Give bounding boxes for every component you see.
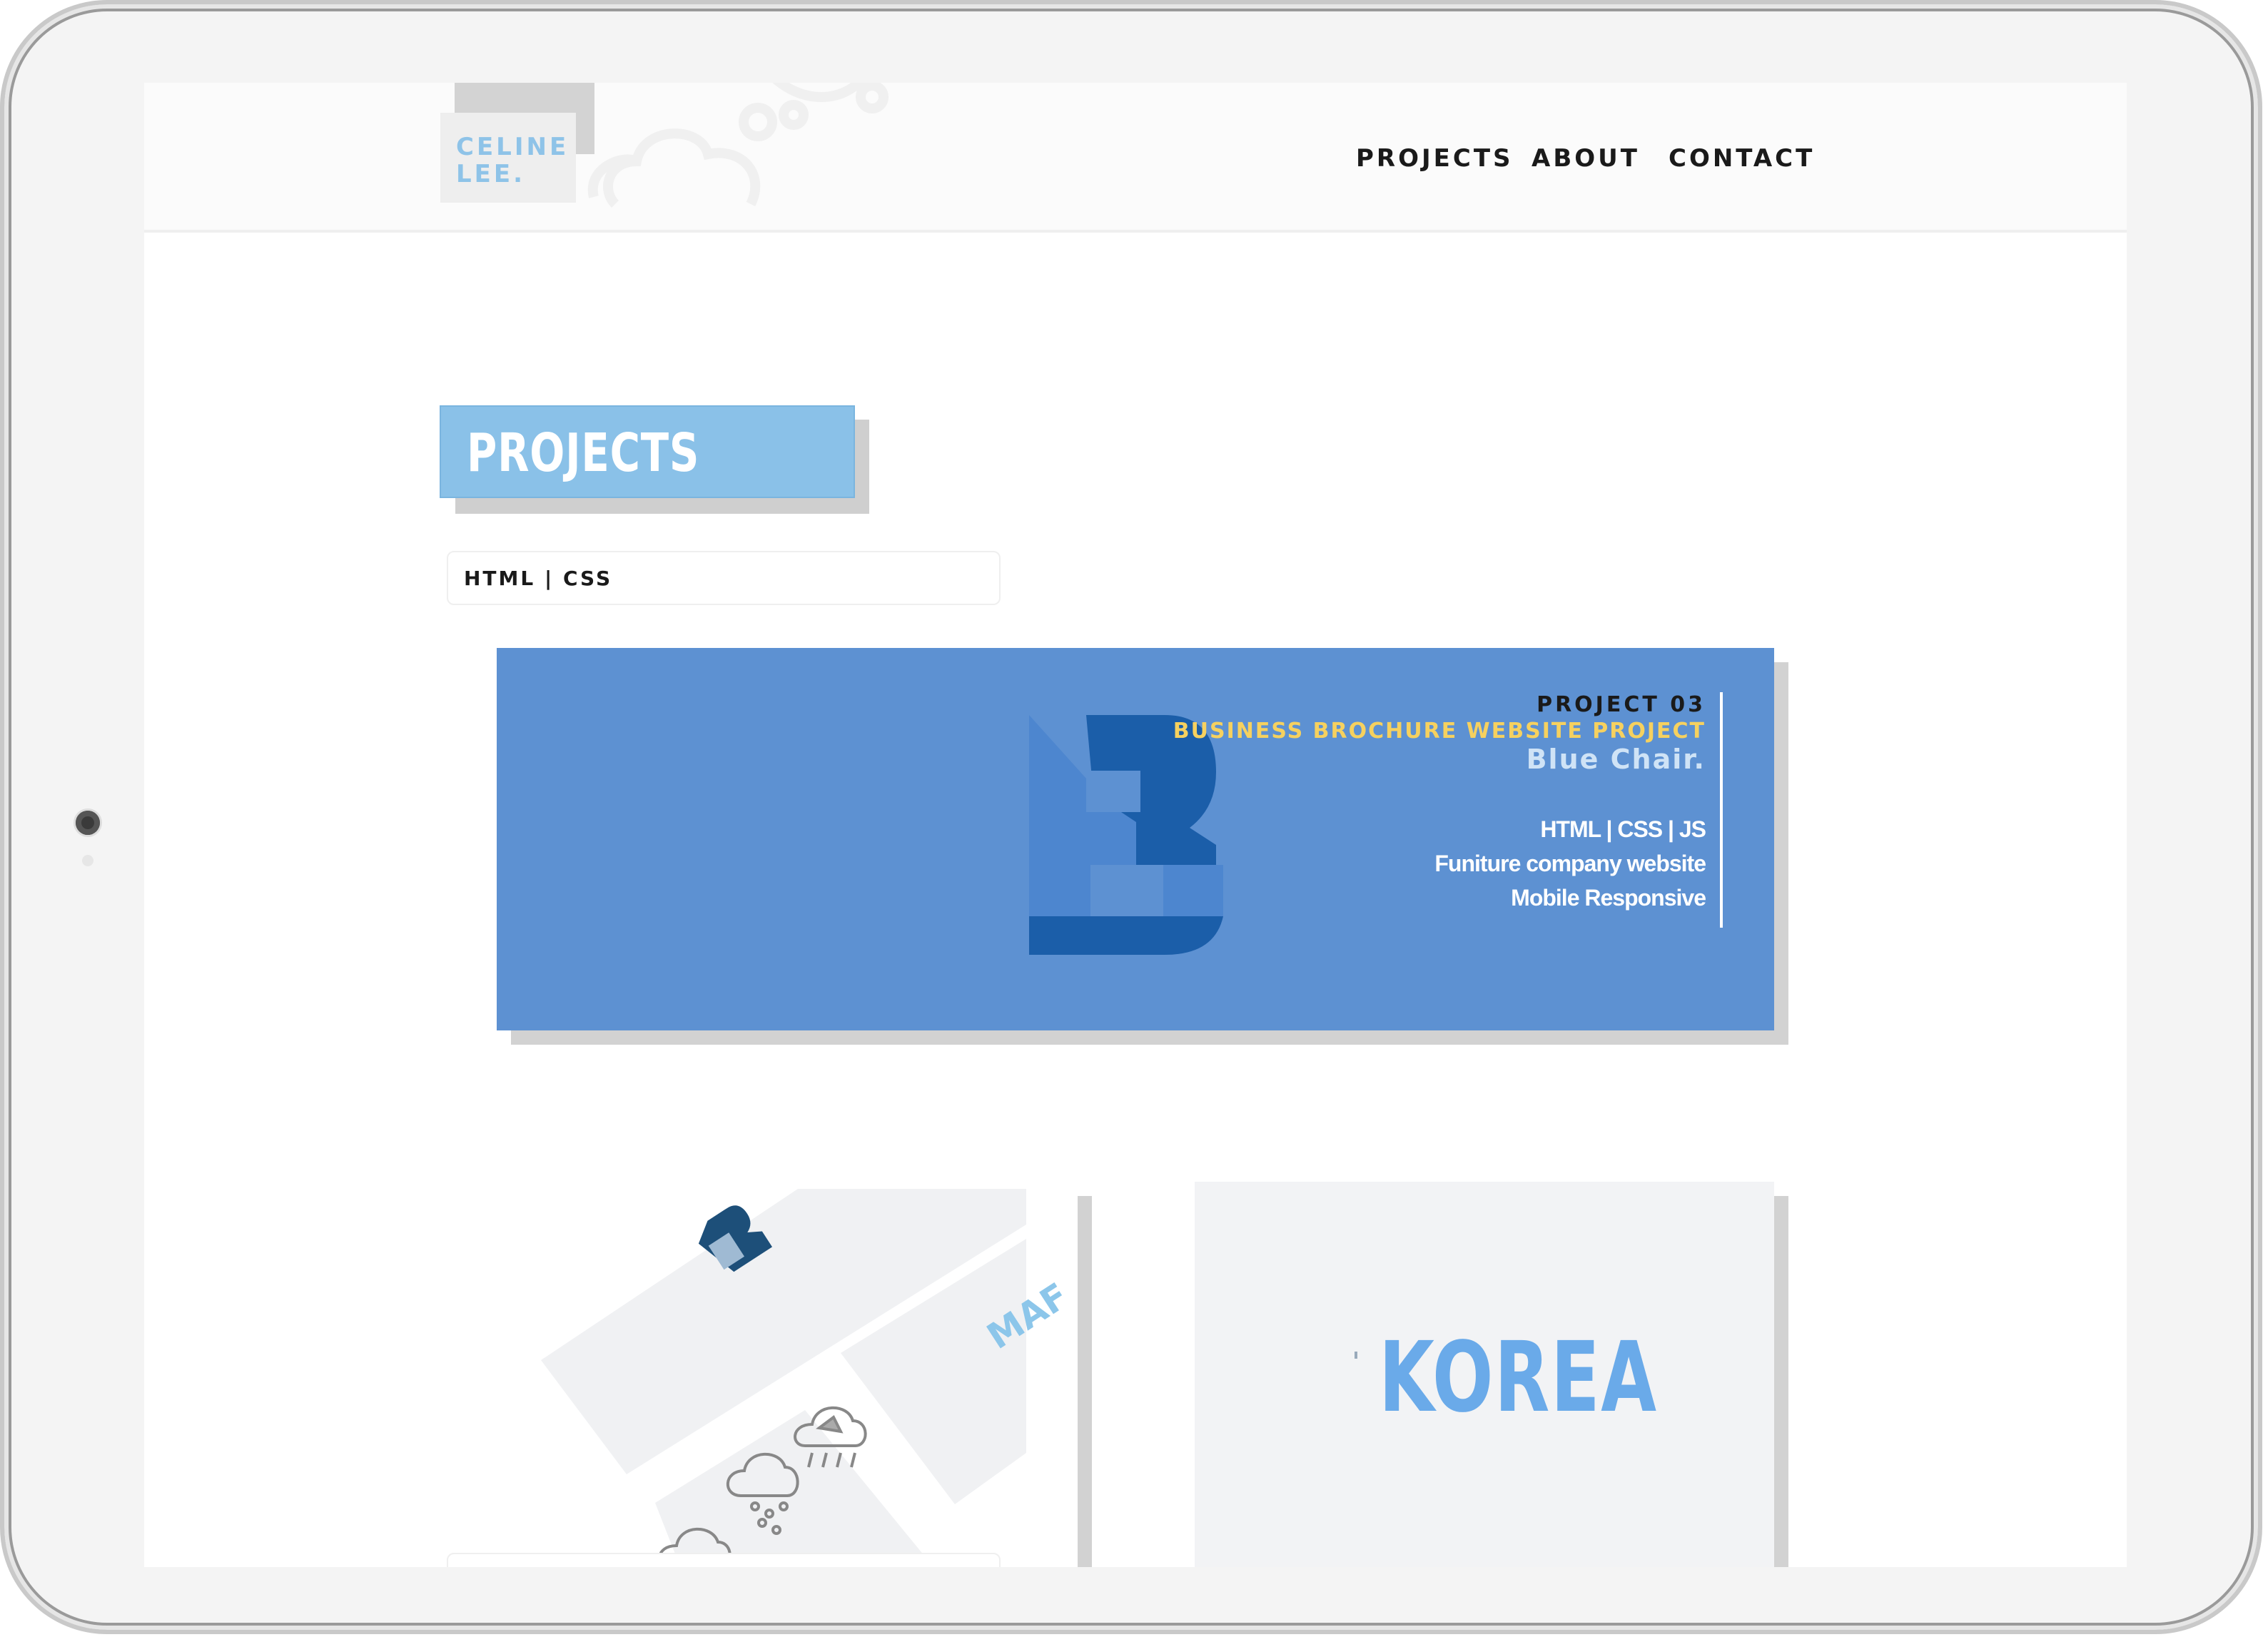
section-title: PROJECTS — [467, 422, 700, 484]
filter-tab[interactable]: HTML | CSS — [447, 551, 1001, 605]
project-card-korea[interactable]: KOREA — [1195, 1182, 1774, 1567]
nav-projects-link[interactable]: PROJECTS — [1356, 144, 1514, 173]
featured-project-card[interactable]: PROJECT 03 BUSINESS BROCHURE WEBSITE PRO… — [497, 648, 1774, 1030]
project-tech: HTML | CSS | JS — [1540, 816, 1706, 842]
project-card-stationery[interactable]: MAF — [498, 1182, 1078, 1567]
project-name: Blue Chair. — [1526, 744, 1706, 775]
project-feature: Mobile Responsive — [1511, 885, 1706, 911]
decorative-dot — [1355, 1352, 1357, 1359]
featured-details: HTML | CSS | JS Funiture company website… — [1434, 812, 1706, 915]
project-number: PROJECT 03 — [1537, 692, 1706, 717]
featured-heading-group: PROJECT 03 BUSINESS BROCHURE WEBSITE PRO… — [1173, 692, 1706, 775]
filter-tab-label: HTML | CSS — [464, 567, 613, 590]
cloud-decoration-icon — [587, 83, 889, 208]
nav-about-link[interactable]: ABOUT — [1532, 144, 1640, 173]
project-description: Funiture company website — [1434, 851, 1706, 876]
nav-contact-link[interactable]: CONTACT — [1669, 144, 1815, 173]
site-logo[interactable]: CELINE LEE. — [440, 113, 576, 203]
korea-title: KOREA — [1379, 1322, 1658, 1434]
stationery-mockup-icon: MAF — [541, 1189, 1075, 1567]
camera-icon — [76, 811, 100, 835]
next-filter-tab[interactable] — [447, 1553, 1001, 1567]
project-type: BUSINESS BROCHURE WEBSITE PROJECT — [1173, 719, 1706, 744]
section-title-banner: PROJECTS — [440, 405, 855, 498]
screen: CELINE LEE. PROJECTS ABOUT CONTACT PROJE… — [144, 83, 2127, 1567]
sensor-dot — [82, 855, 93, 866]
vertical-divider — [1720, 692, 1723, 928]
logo-line-1: CELINE — [456, 133, 569, 161]
site-header: CELINE LEE. PROJECTS ABOUT CONTACT — [144, 83, 2127, 233]
tablet-frame: CELINE LEE. PROJECTS ABOUT CONTACT PROJE… — [0, 0, 2262, 1634]
logo-line-2: LEE. — [456, 160, 526, 188]
